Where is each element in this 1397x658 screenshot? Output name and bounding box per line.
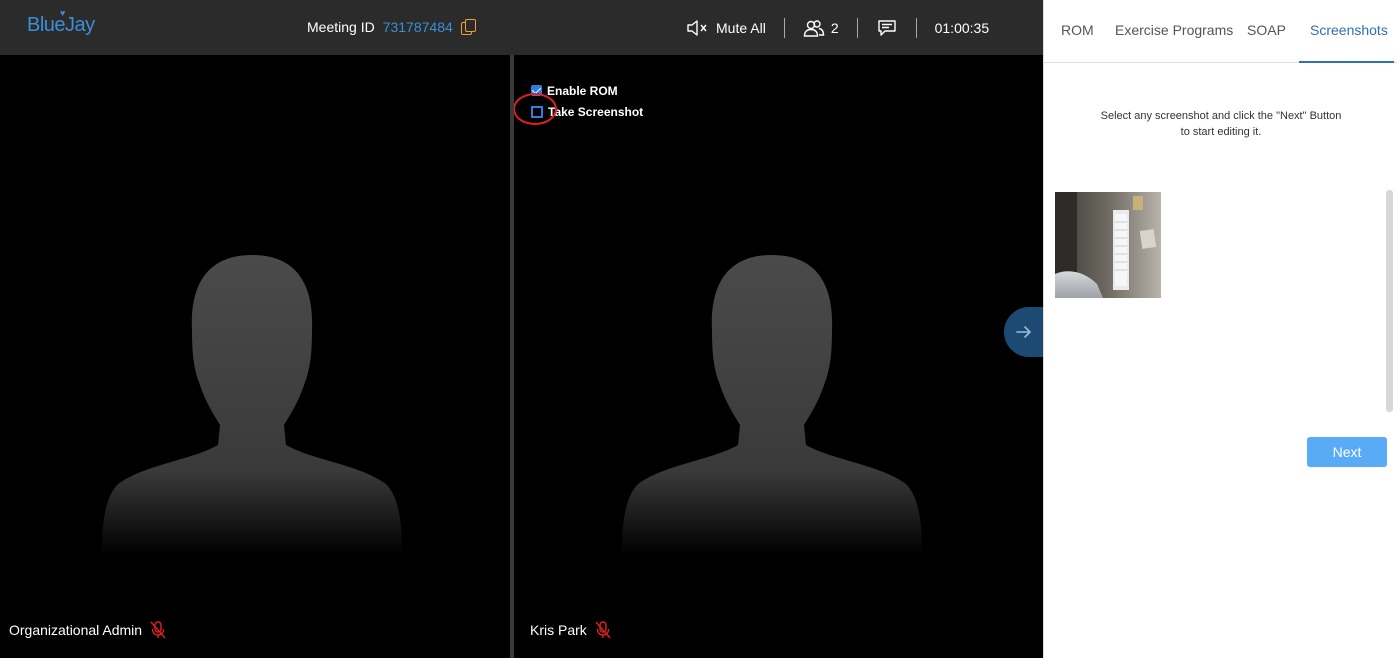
highlight-circle (514, 93, 557, 125)
speaker-muted-icon (687, 20, 707, 36)
tab-soap[interactable]: SOAP (1247, 22, 1286, 38)
instructions-line-2: to start editing it. (1180, 126, 1262, 138)
panel-tabs: ROM Exercise Programs SOAP Screenshots (1044, 0, 1397, 63)
bird-icon: ♥ (60, 8, 65, 18)
mute-all-label: Mute All (716, 20, 766, 36)
video-pane-right: Enable ROM Take Screenshot Kris Park (514, 55, 1032, 658)
avatar-silhouette (622, 255, 922, 555)
screenshot-image (1055, 192, 1161, 298)
bluejay-logo: BlueJay ♥ (27, 8, 95, 37)
avatar-silhouette (102, 255, 402, 555)
top-bar: BlueJay ♥ Meeting ID 731787484 Mute All (0, 0, 1043, 55)
chat-button[interactable] (876, 19, 898, 37)
instructions-line-1: Select any screenshot and click the "Nex… (1100, 110, 1342, 122)
call-controls: Mute All 2 01:00:35 (686, 18, 989, 38)
participant-count: 2 (830, 20, 839, 36)
copy-icon[interactable] (460, 19, 476, 35)
screenshot-thumbnail[interactable] (1055, 192, 1161, 298)
participant-name-label: Kris Park (530, 621, 611, 639)
participants-button[interactable]: 2 (803, 19, 839, 37)
mic-off-icon (150, 621, 166, 639)
screenshot-instructions: Select any screenshot and click the "Nex… (1044, 108, 1397, 140)
meeting-info: Meeting ID 731787484 (307, 19, 476, 35)
take-screenshot-label: Take Screenshot (548, 104, 644, 119)
meeting-id-label: Meeting ID (307, 19, 375, 35)
call-timer: 01:00:35 (935, 20, 990, 36)
scrollbar[interactable] (1386, 190, 1393, 412)
tab-exercise-programs[interactable]: Exercise Programs (1115, 22, 1233, 38)
separator (856, 18, 858, 38)
enable-rom-label: Enable ROM (547, 83, 618, 98)
participant-name: Kris Park (530, 622, 587, 638)
mute-all-button[interactable]: Mute All (686, 19, 766, 37)
tab-screenshots[interactable]: Screenshots (1310, 22, 1388, 38)
arrow-right-icon (1015, 326, 1031, 338)
active-tab-indicator (1299, 61, 1394, 63)
separator (783, 18, 785, 38)
separator (915, 18, 917, 38)
tab-rom[interactable]: ROM (1061, 22, 1094, 38)
mic-off-icon (595, 621, 611, 639)
timer-text: 01:00:35 (934, 20, 990, 36)
meeting-id-value: 731787484 (382, 19, 453, 35)
next-button[interactable]: Next (1307, 437, 1387, 467)
participant-name-label: Organizational Admin (9, 621, 166, 639)
participants-icon (803, 20, 825, 37)
chat-icon (877, 20, 896, 36)
side-panel: ROM Exercise Programs SOAP Screenshots S… (1043, 0, 1397, 658)
video-pane-left: Organizational Admin (0, 55, 510, 658)
video-call-app: BlueJay ♥ Meeting ID 731787484 Mute All (0, 0, 1397, 658)
participant-name: Organizational Admin (9, 622, 143, 638)
